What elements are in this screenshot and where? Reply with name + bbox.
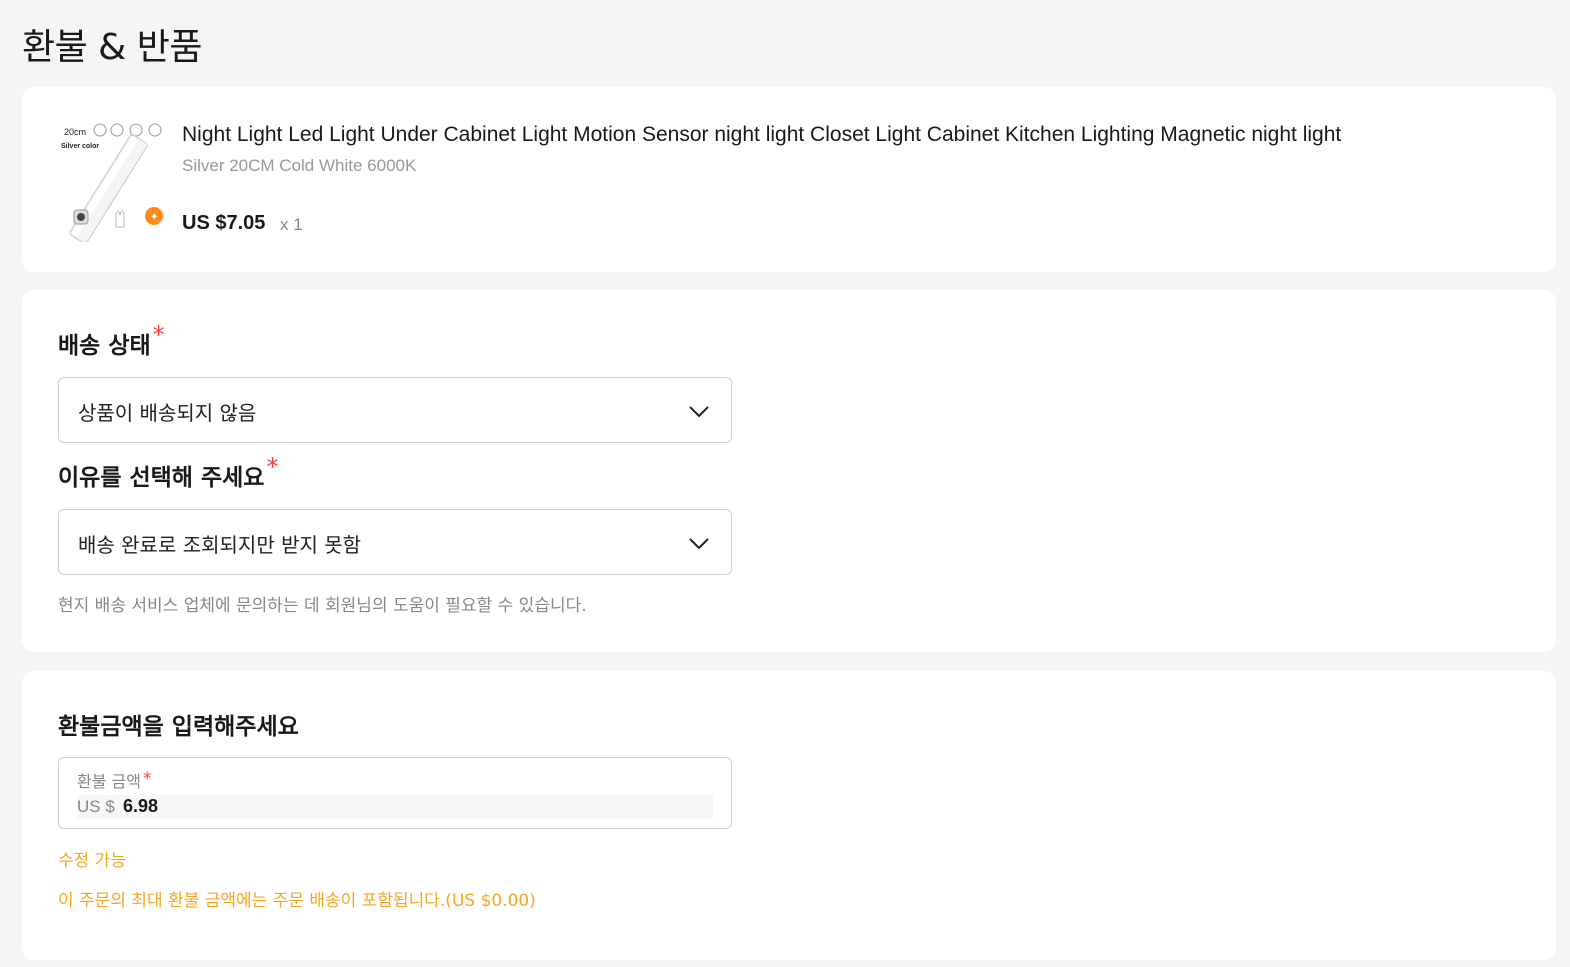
currency-prefix: US $ (77, 797, 115, 816)
refund-amount-label-text: 환불 금액 (77, 772, 141, 791)
chevron-down-icon (689, 406, 709, 418)
refund-amount-field[interactable]: 환불 금액 * US $ 6.98 (58, 757, 732, 829)
shipping-card: 배송 상태* 상품이 배송되지 않음 이유를 선택해 주세요* 배송 완료로 조… (22, 290, 1556, 652)
shipping-hint: 현지 배송 서비스 업체에 문의하는 데 회원님의 도움이 필요할 수 있습니다… (58, 596, 587, 616)
product-card: 20cm Silver color ✦ Night Light Led Ligh… (22, 87, 1556, 272)
svg-text:✦: ✦ (150, 212, 158, 223)
shipping-status-select[interactable]: 상품이 배송되지 않음 (58, 377, 732, 443)
refund-amount-label: 환불 금액 * (77, 768, 151, 792)
product-price: US $7.05 (182, 212, 266, 234)
shipping-status-label: 배송 상태* (58, 321, 165, 360)
shipping-status-label-text: 배송 상태 (58, 333, 151, 359)
reason-value: 배송 완료로 조회되지만 받지 못함 (78, 533, 362, 557)
shipping-status-value: 상품이 배송되지 않음 (78, 401, 257, 425)
chevron-down-icon (689, 538, 709, 550)
refund-amount-value[interactable]: 6.98 (123, 796, 158, 817)
refund-card: 환불금액을 입력해주세요 환불 금액 * US $ 6.98 수정 가능 이 주문… (22, 671, 1556, 960)
refund-heading: 환불금액을 입력해주세요 (58, 714, 299, 740)
required-marker: * (152, 321, 165, 349)
product-sku: Silver 20CM Cold White 6000K (182, 156, 417, 175)
product-quantity: x 1 (280, 215, 303, 234)
page-title: 환불 & 반품 (22, 27, 202, 68)
reason-label-text: 이유를 선택해 주세요 (58, 465, 265, 491)
max-refund-note: 이 주문의 최대 환불 금액에는 주문 배송이 포함됩니다.(US $0.00) (58, 891, 536, 911)
thumb-color-text: Silver color (61, 143, 99, 150)
reason-label: 이유를 선택해 주세요* (58, 453, 278, 492)
thumb-size-text: 20cm (64, 127, 86, 137)
editable-note: 수정 가능 (58, 851, 126, 871)
product-title[interactable]: Night Light Led Light Under Cabinet Ligh… (182, 123, 1341, 147)
refund-amount-input[interactable]: US $ 6.98 (77, 795, 713, 819)
reason-select[interactable]: 배송 완료로 조회되지만 받지 못함 (58, 509, 732, 575)
required-marker: * (142, 769, 152, 789)
required-marker: * (266, 453, 279, 481)
product-thumbnail[interactable]: 20cm Silver color ✦ (58, 120, 170, 244)
